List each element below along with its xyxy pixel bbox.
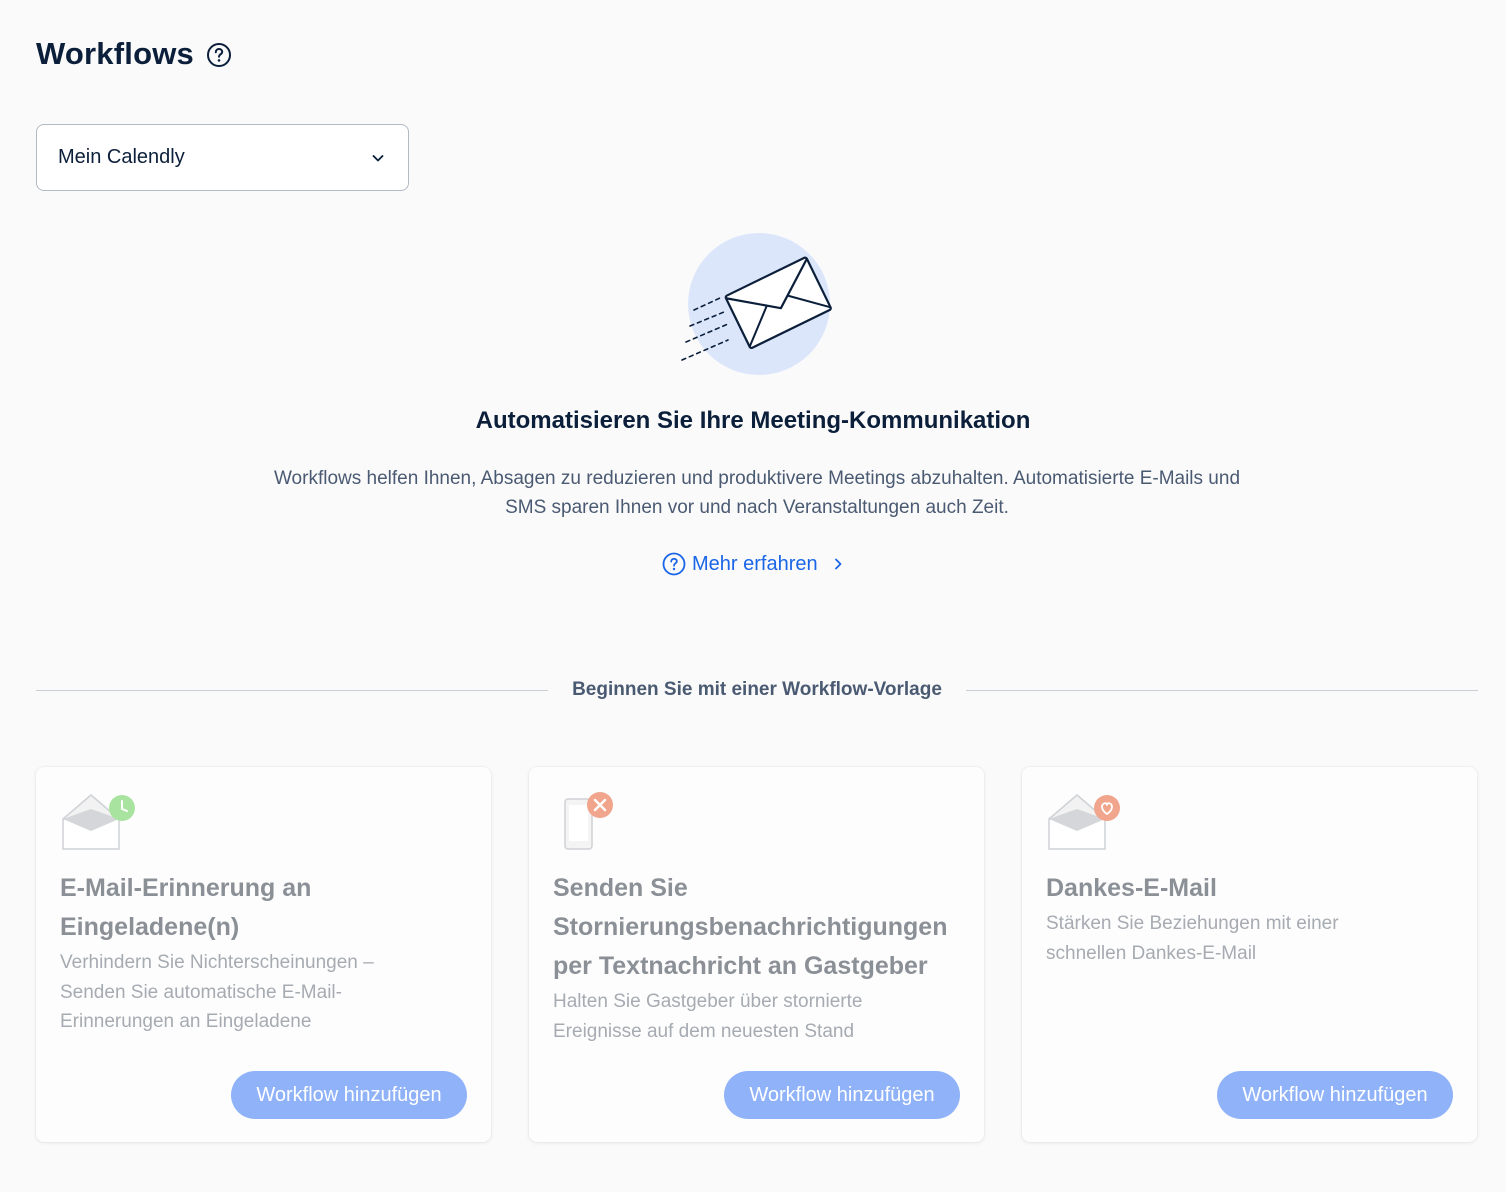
question-circle-icon [662, 552, 686, 576]
card-description: Stärken Sie Beziehungen mit einer schnel… [1046, 913, 1339, 964]
envelope-sending-icon [676, 230, 836, 380]
question-circle-icon[interactable] [206, 42, 232, 68]
card-description: Verhindern Sie Nichterscheinungen – Send… [60, 952, 374, 1032]
chevron-right-icon [830, 556, 846, 572]
learn-more-link[interactable]: Mehr erfahren [662, 549, 846, 579]
template-card-email-reminder[interactable]: E-Mail-Erinnerung an Eingeladene(n) Verh… [36, 767, 491, 1142]
page-header: Workflows [36, 32, 232, 76]
account-select[interactable]: Mein Calendly [36, 124, 409, 191]
hero-title: Automatisieren Sie Ihre Meeting-Kommunik… [475, 407, 1031, 434]
card-title: Senden Sie Stornierungsbenachrichtigunge… [553, 874, 948, 980]
account-select-value: Mein Calendly [58, 146, 185, 168]
hero-description: Workflows helfen Ihnen, Absagen zu reduz… [273, 468, 1241, 518]
add-workflow-button[interactable]: Workflow hinzufügen [1217, 1071, 1453, 1119]
card-description: Halten Sie Gastgeber über stornierte Ere… [553, 991, 863, 1042]
envelope-clock-icon [60, 791, 140, 851]
card-title: Dankes-E-Mail [1046, 874, 1217, 902]
card-title: E-Mail-Erinnerung an Eingeladene(n) [60, 874, 312, 941]
divider-line-left [36, 689, 549, 691]
template-card-thank-you-email[interactable]: Dankes-E-Mail Stärken Sie Beziehungen mi… [1022, 767, 1477, 1142]
envelope-heart-icon [1046, 791, 1126, 851]
template-card-cancellation-sms[interactable]: Senden Sie Stornierungsbenachrichtigunge… [529, 767, 984, 1142]
divider-line-right [965, 689, 1478, 691]
page-title: Workflows [36, 36, 194, 71]
add-workflow-button[interactable]: Workflow hinzufügen [231, 1071, 467, 1119]
template-section-title: Beginnen Sie mit einer Workflow-Vorlage [572, 679, 942, 700]
chevron-down-icon [370, 150, 386, 166]
learn-more-label: Mehr erfahren [692, 552, 818, 575]
phone-cancel-icon [553, 791, 633, 851]
template-divider: Beginnen Sie mit einer Workflow-Vorlage [36, 674, 1478, 706]
add-workflow-button[interactable]: Workflow hinzufügen [724, 1071, 960, 1119]
